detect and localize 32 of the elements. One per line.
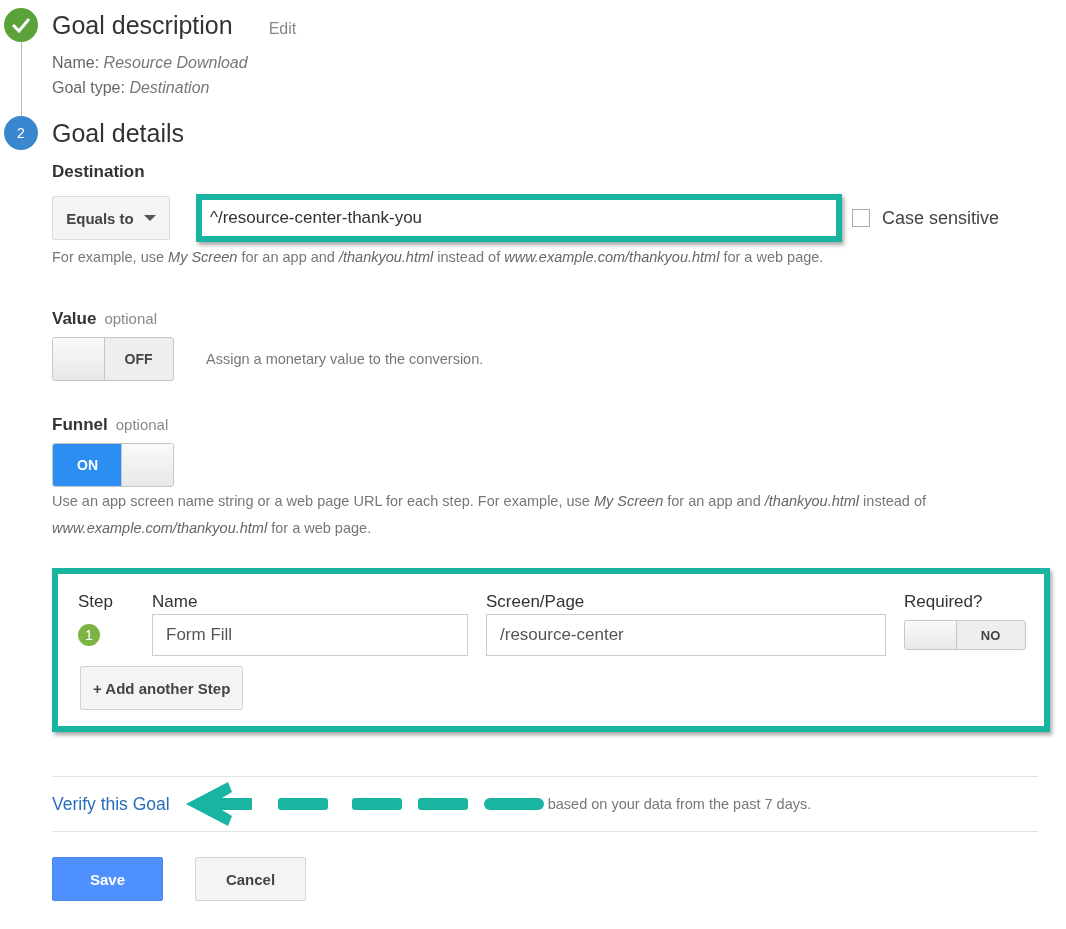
- column-header: Screen/Page: [486, 592, 586, 613]
- hint-text: Use an app screen name string or a web page URL for each step. For example, use My Screen for an app and /thankyou.html instead of www.example.com/thankyou.html for a web page.: [52, 492, 927, 538]
- page-field[interactable]: /resource-center: [486, 614, 886, 656]
- description-text: based on your data from the past 7 days.: [547, 796, 812, 812]
- detail-text: Name: Resource Download: [52, 53, 249, 73]
- column-header: Name: [152, 592, 199, 613]
- step-number: 2: [4, 116, 38, 150]
- description-text: Assign a monetary value to the conversion.: [206, 349, 484, 369]
- destination-field[interactable]: ^/resource-center-thank-you: [196, 194, 842, 242]
- checkbox[interactable]: [852, 209, 870, 227]
- column-header: Required?: [904, 592, 984, 613]
- field-label: Funnel: [52, 415, 108, 434]
- name-field[interactable]: Form Fill: [152, 614, 468, 656]
- step-number: 1: [78, 624, 100, 646]
- toggle-switch[interactable]: NO: [904, 620, 1026, 650]
- toggle-switch[interactable]: OFF: [52, 337, 174, 381]
- match-dropdown[interactable]: Equals to: [52, 196, 170, 240]
- edit-link[interactable]: Edit: [268, 12, 297, 46]
- optional-label: optional: [115, 416, 169, 433]
- field-label: Value: [52, 309, 97, 328]
- detail-text: Goal type: Destination: [52, 78, 211, 98]
- add-step-button[interactable]: + Add another Step: [80, 666, 244, 710]
- caret-icon: [143, 215, 156, 221]
- step-title: Goal details: [52, 118, 185, 149]
- hint-text: For example, use My Screen for an app and /thankyou.html instead of www.example.com/thankyou.html for a web page.: [52, 248, 825, 267]
- cancel-button[interactable]: Cancel: [195, 857, 306, 901]
- step-title: Goal description: [52, 10, 233, 41]
- verify-link[interactable]: Verify this Goal: [52, 793, 170, 815]
- field-label: Destination: [52, 162, 146, 182]
- column-header: Step: [78, 592, 114, 613]
- optional-label: optional: [104, 310, 157, 327]
- checkbox-label: Case sensitive: [882, 207, 1000, 229]
